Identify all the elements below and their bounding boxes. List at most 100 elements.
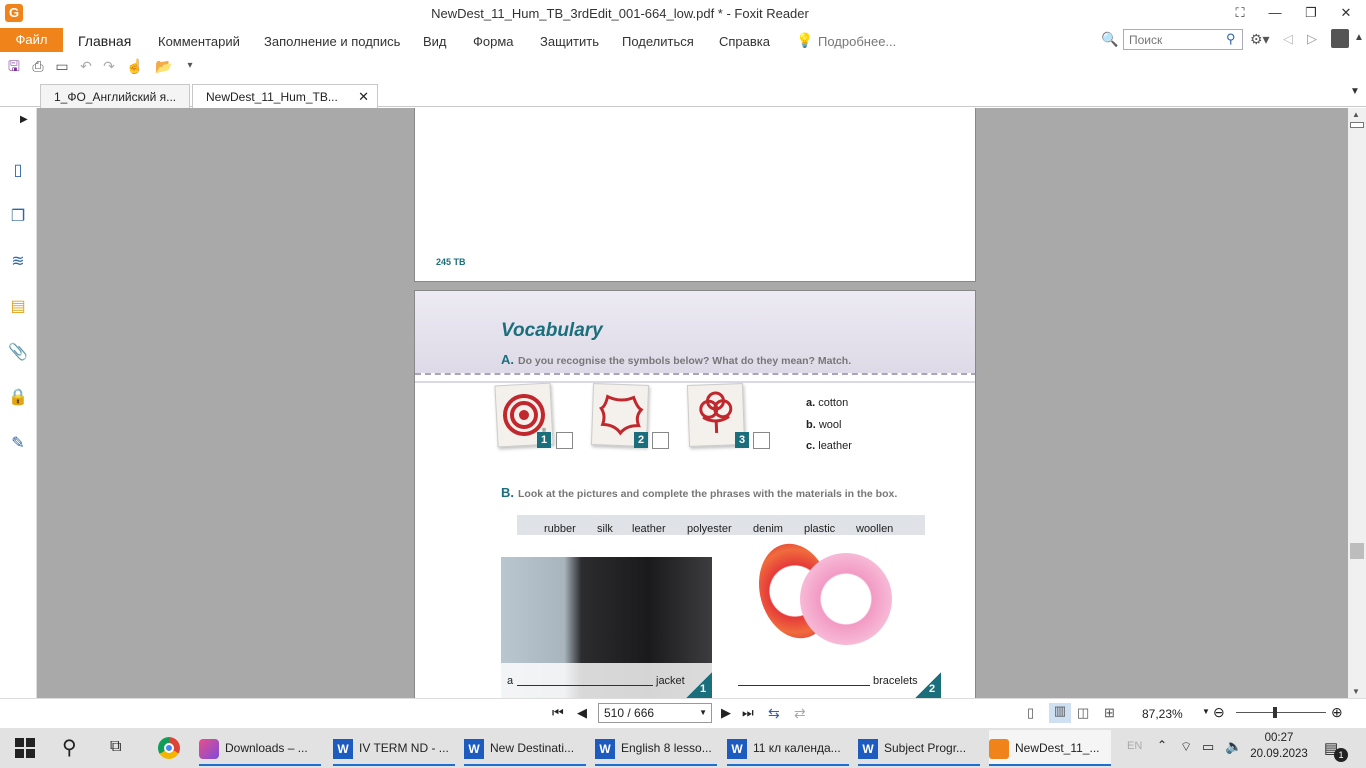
menu-view[interactable]: Вид <box>423 34 447 49</box>
tab-document-1[interactable]: 1_ФО_Английский я... <box>40 84 190 108</box>
facing-view-icon[interactable]: ◫ <box>1077 705 1089 721</box>
menu-form[interactable]: Форма <box>473 34 514 49</box>
minimize-button[interactable]: — <box>1264 3 1286 23</box>
phrase-1-blank[interactable] <box>517 685 653 686</box>
tab-document-2-active[interactable]: NewDest_11_Hum_TB... ✕ <box>192 84 378 109</box>
previous-view-icon[interactable]: ⇆ <box>768 705 780 722</box>
layers-icon[interactable]: ≋ <box>6 250 30 274</box>
lightbulb-icon: 💡 <box>796 32 814 48</box>
menu-comment[interactable]: Комментарий <box>158 34 240 49</box>
bookmarks-icon[interactable]: ▯ <box>6 159 30 183</box>
restore-button[interactable]: ❐ <box>1300 3 1322 23</box>
chrome-icon[interactable] <box>158 737 180 759</box>
search-icon[interactable]: ⚲ <box>1226 31 1236 47</box>
folder-search-icon[interactable]: 🔍 <box>1101 31 1118 48</box>
tell-me-search[interactable]: Подробнее... <box>818 34 896 49</box>
zoom-slider-thumb[interactable] <box>1273 707 1277 718</box>
taskbar-item-word-3[interactable]: W English 8 lesso... <box>595 730 717 766</box>
answer-box-1[interactable] <box>556 432 573 449</box>
volume-icon[interactable]: 🔈 <box>1225 738 1242 755</box>
expand-sidebar-icon[interactable]: ▶ <box>20 114 28 125</box>
zoom-in-icon[interactable]: ⊕ <box>1331 704 1343 721</box>
taskbar-search-icon[interactable]: ⚲ <box>62 735 77 760</box>
taskbar-item-downloads[interactable]: Downloads – ... <box>199 730 321 766</box>
box-word-rubber: rubber <box>544 523 576 535</box>
next-page-icon[interactable]: ▶ <box>721 705 731 721</box>
collapse-ribbon-icon[interactable]: ▲ <box>1354 32 1364 43</box>
document-viewer[interactable]: 245 TB Vocabulary A. Do you recognise th… <box>37 108 1348 698</box>
scroll-down-arrow-icon[interactable]: ▼ <box>1352 687 1360 696</box>
answer-box-2[interactable] <box>652 432 669 449</box>
search-input[interactable] <box>1124 30 1242 49</box>
customize-toolbar-icon[interactable]: ▾ <box>181 57 199 75</box>
box-word-woollen: woollen <box>856 523 894 535</box>
redo-icon[interactable]: ↷ <box>100 57 118 75</box>
security-lock-icon[interactable]: 🔒 <box>6 386 30 410</box>
foxit-icon <box>989 738 1009 759</box>
phrase-1-number: 1 <box>700 683 707 695</box>
menu-share[interactable]: Поделиться <box>622 34 694 49</box>
taskbar-item-word-5[interactable]: W Subject Progr... <box>858 730 980 766</box>
clock-time[interactable]: 00:27 <box>1253 732 1305 744</box>
open-folder-icon[interactable]: 📂 <box>155 57 173 75</box>
battery-icon[interactable]: ▭ <box>1202 739 1214 755</box>
tab-list-dropdown-icon[interactable]: ▼ <box>1350 86 1360 97</box>
scroll-up-arrow-icon[interactable]: ▲ <box>1352 110 1360 119</box>
save-icon[interactable]: 🖫 <box>5 57 23 75</box>
option-letter: a. <box>806 397 816 409</box>
settings-gear-icon[interactable]: ⚙▾ <box>1250 31 1270 48</box>
menu-help[interactable]: Справка <box>719 34 770 49</box>
nav-back-icon[interactable]: ◁ <box>1283 31 1293 47</box>
search-box <box>1123 29 1243 50</box>
nav-forward-icon[interactable]: ▷ <box>1307 31 1317 47</box>
input-language[interactable]: EN <box>1127 740 1142 752</box>
print-icon[interactable]: ⎙ <box>29 57 47 75</box>
clock-date[interactable]: 20.09.2023 <box>1250 748 1308 760</box>
first-page-icon[interactable]: ⏮ <box>552 705 564 721</box>
taskbar-item-foxit-active[interactable]: NewDest_11_... <box>989 730 1111 766</box>
vertical-scrollbar[interactable] <box>1348 108 1366 698</box>
hand-tool-icon[interactable]: ☝▾ <box>126 57 144 92</box>
wifi-icon[interactable]: ⌔ <box>1180 739 1192 755</box>
attachments-icon[interactable]: 📎 <box>6 341 30 365</box>
taskbar-item-word-4[interactable]: W 11 кл календа... <box>727 730 849 766</box>
fullscreen-icon[interactable]: ⛶ <box>1229 3 1251 23</box>
menu-protect[interactable]: Защитить <box>540 34 599 49</box>
single-page-view-icon[interactable]: ▯ <box>1027 705 1034 721</box>
page-dropdown-icon[interactable]: ▼ <box>699 704 707 722</box>
properties-icon[interactable]: ▭ <box>53 57 71 75</box>
menu-file[interactable]: Файл <box>0 28 63 52</box>
zoom-slider[interactable] <box>1236 712 1326 713</box>
phrase-2-blank[interactable] <box>738 685 870 686</box>
menu-fill-sign[interactable]: Заполнение и подпись <box>264 34 400 49</box>
taskbar-item-label: Subject Progr... <box>884 741 967 755</box>
comments-icon[interactable]: ▤ <box>6 295 30 319</box>
close-window-button[interactable]: ✕ <box>1335 3 1357 23</box>
last-page-icon[interactable]: ⏭ <box>742 705 754 721</box>
taskbar-item-word-1[interactable]: W IV TERM ND - ... <box>333 730 455 766</box>
zoom-dropdown-icon[interactable]: ▼ <box>1202 707 1210 716</box>
scrollbar-thumb[interactable] <box>1350 543 1364 559</box>
menu-home[interactable]: Главная <box>78 33 131 49</box>
next-view-icon[interactable]: ⇄ <box>794 705 806 722</box>
show-hidden-icons-icon[interactable]: ⌃ <box>1157 738 1167 752</box>
zoom-out-icon[interactable]: ⊖ <box>1213 704 1225 721</box>
windows-start-icon[interactable] <box>15 738 35 758</box>
phrase-2-corner <box>915 672 941 698</box>
answer-box-3[interactable] <box>753 432 770 449</box>
page-header-band <box>415 291 975 383</box>
close-tab-icon[interactable]: ✕ <box>358 85 369 109</box>
continuous-facing-icon[interactable]: ⊞ <box>1104 705 1115 721</box>
continuous-view-icon[interactable]: ▥ <box>1049 703 1071 723</box>
signature-icon[interactable]: ✎ <box>6 432 30 456</box>
taskbar-item-word-2[interactable]: W New Destinati... <box>464 730 586 766</box>
pages-thumbnails-icon[interactable]: ❐ <box>6 205 30 229</box>
task-view-icon[interactable]: ⧉ <box>110 738 121 756</box>
previous-page-icon[interactable]: ◀ <box>577 705 587 721</box>
split-view-handle[interactable] <box>1350 122 1364 128</box>
option-c: c. leather <box>806 440 852 452</box>
user-account-icon[interactable] <box>1331 29 1349 48</box>
zoom-level[interactable]: 87,23% <box>1142 707 1183 721</box>
page-number-field[interactable]: 510 / 666 ▼ <box>598 703 712 723</box>
undo-icon[interactable]: ↶ <box>77 57 95 75</box>
